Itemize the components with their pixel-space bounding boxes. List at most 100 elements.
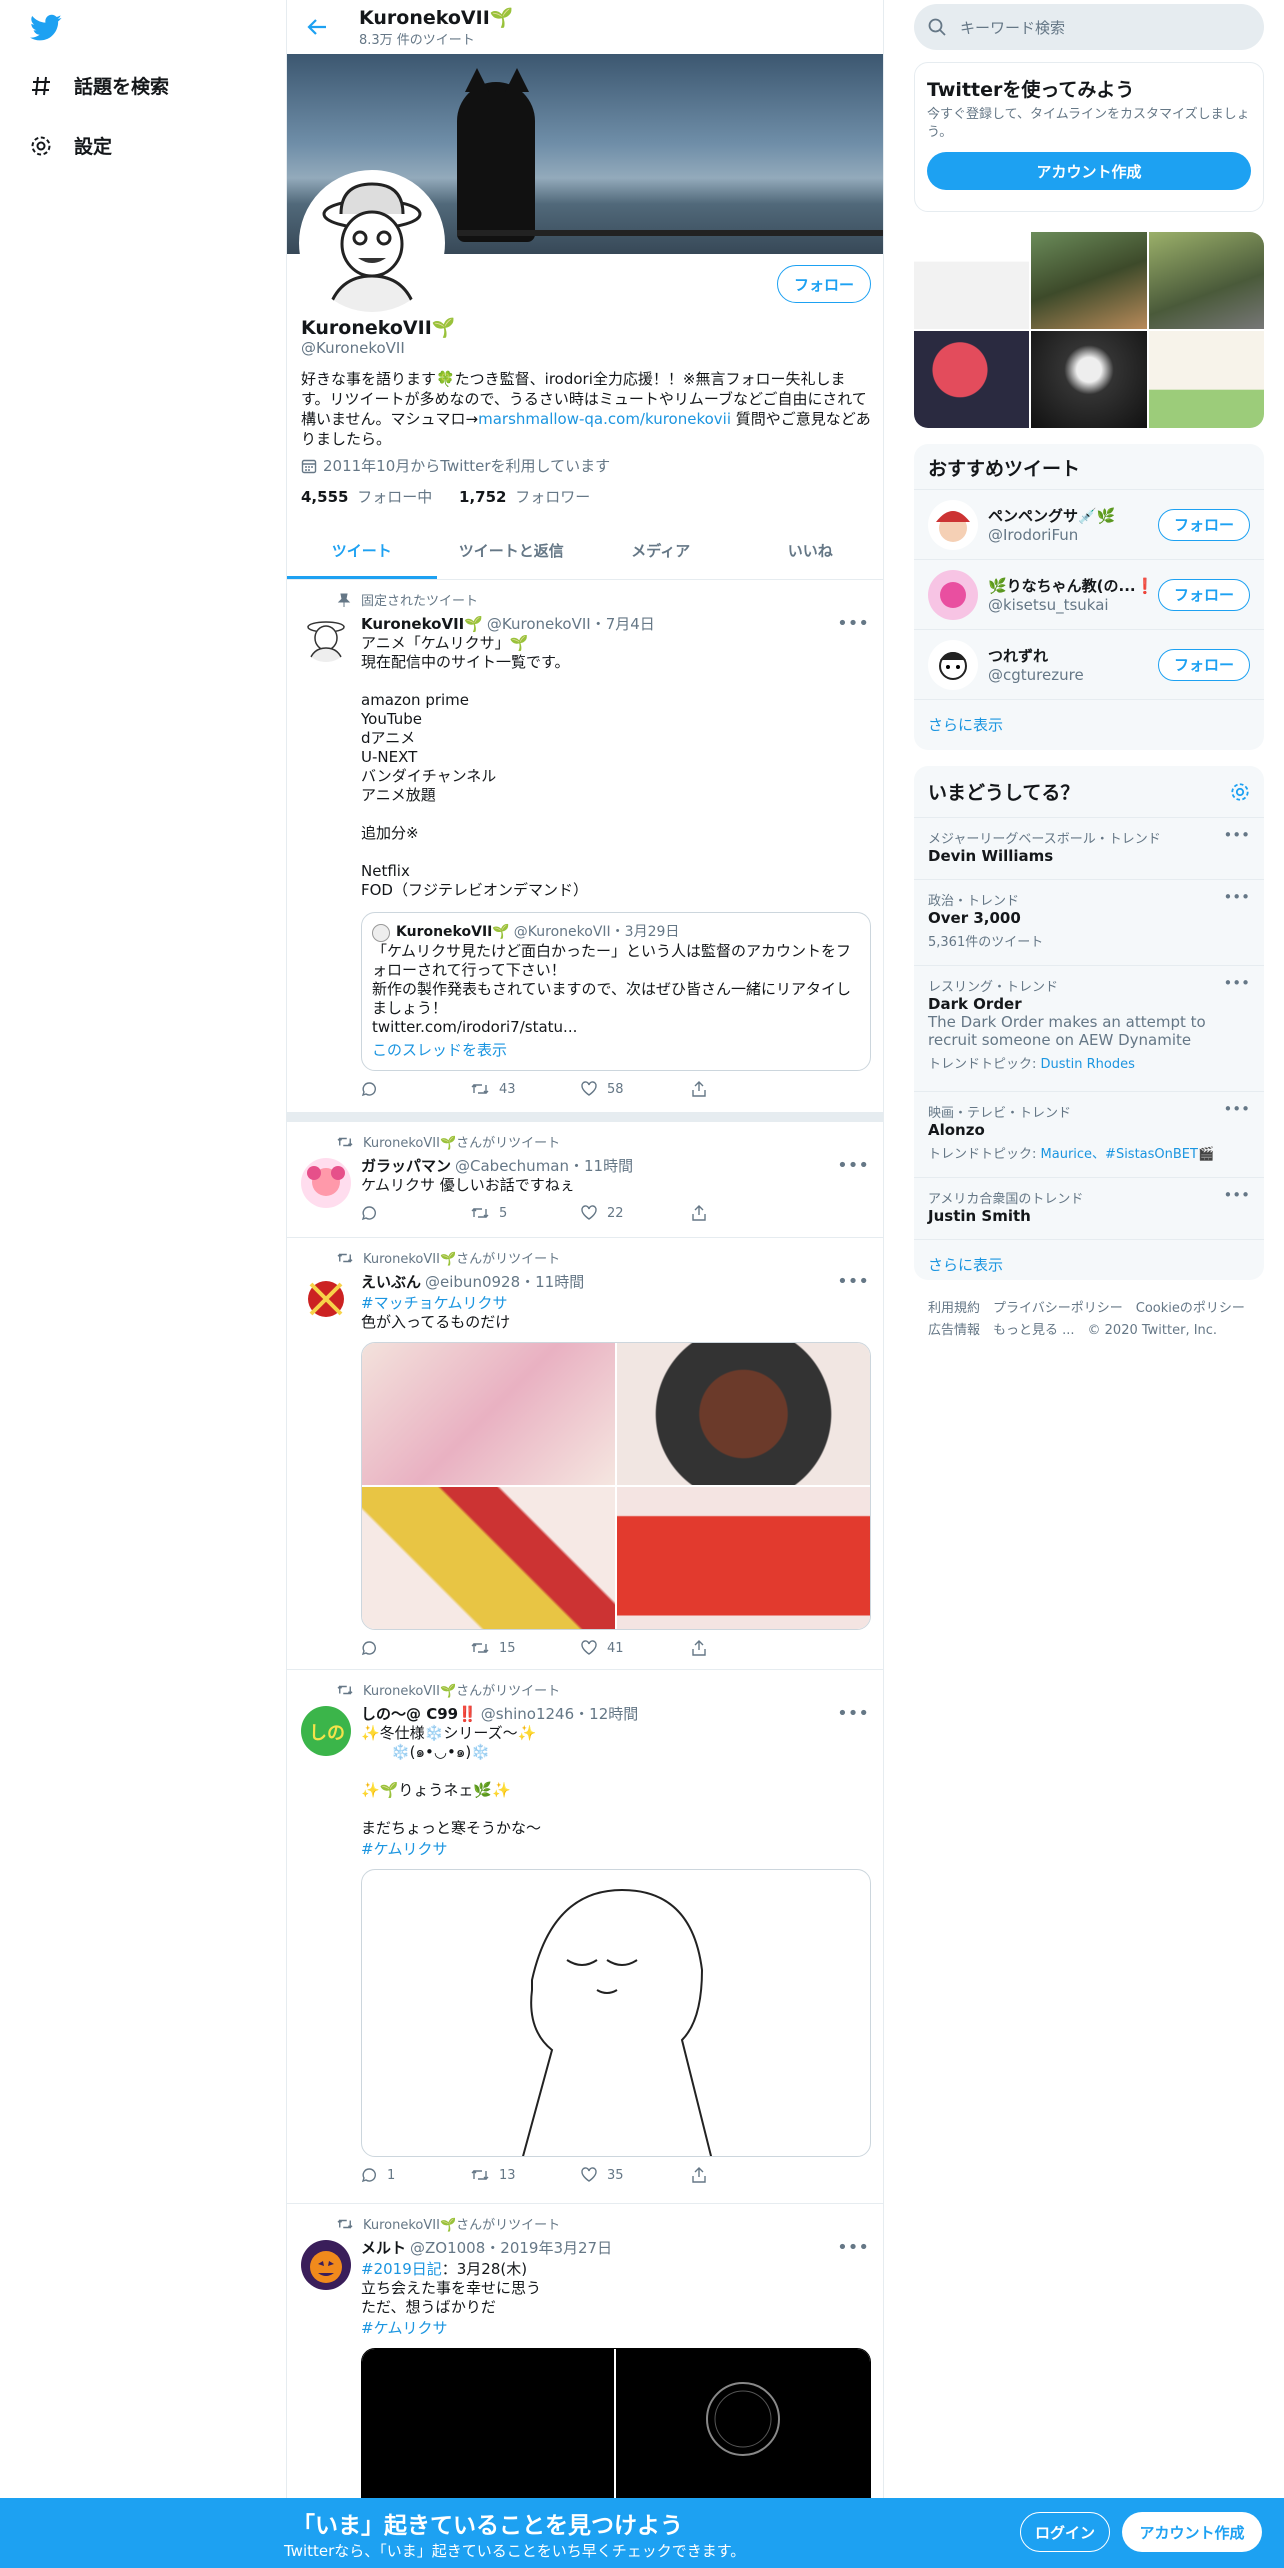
main-column: KuronekoVII🌱 8.3万 件のツイート フォロー KuronekoVI… [286, 0, 884, 2568]
tweet-date[interactable]: ・7月4日 [591, 613, 655, 634]
avatar[interactable] [301, 612, 351, 662]
profile-avatar[interactable] [299, 170, 445, 316]
recommended-user[interactable]: つれずれ @cgturezure フォロー [914, 629, 1264, 699]
tab-media[interactable]: メディア [586, 524, 736, 579]
media-thumb[interactable] [1148, 331, 1264, 428]
follow-button[interactable]: フォロー [1158, 578, 1250, 611]
reply-button[interactable] [361, 1640, 471, 1656]
tweet-image[interactable] [361, 1869, 871, 2157]
share-button[interactable] [691, 1640, 801, 1656]
media-thumb[interactable] [914, 331, 1030, 428]
recommended-user[interactable]: ペンペングサ💉🌿 @IrodoriFun フォロー [914, 489, 1264, 559]
more-icon[interactable]: ••• [837, 1155, 869, 1176]
reply-button[interactable] [361, 1205, 471, 1221]
hashtag-link[interactable]: #2019日記 [361, 2260, 442, 2278]
like-button[interactable]: 35 [581, 2167, 691, 2183]
tweet-image[interactable] [362, 1487, 615, 1629]
hashtag-link[interactable]: #ケムリクサ [361, 2317, 871, 2338]
follow-button[interactable]: フォロー [1158, 508, 1250, 541]
avatar[interactable]: しの [301, 1706, 351, 1756]
trend-item[interactable]: 映画・テレビ・トレンド Alonzo トレンドトピック: Maurice、#Sist… [914, 1091, 1264, 1177]
media-thumb[interactable] [1148, 232, 1264, 329]
reply-button[interactable] [361, 1081, 471, 1097]
follow-button[interactable]: フォロー [1158, 648, 1250, 681]
trend-topic-link[interactable]: Maurice、#SistasOnBET🎬 [1041, 1147, 1215, 1162]
tab-likes[interactable]: いいね [736, 524, 884, 579]
followers-link[interactable]: 1,752 フォロワー [459, 488, 594, 506]
arrow-left-icon[interactable] [305, 16, 329, 38]
recommended-user[interactable]: 🌿りなちゃん教(の...❗ @kisetsu_tsukai フォロー [914, 559, 1264, 629]
footer-line[interactable]: 広告情報 もっと見る ... © 2020 Twitter, Inc. [928, 1320, 1258, 1342]
more-icon[interactable]: ••• [1223, 888, 1250, 906]
avatar[interactable] [301, 2240, 351, 2290]
trend-topic-link[interactable]: Dustin Rhodes [1041, 1057, 1135, 1072]
trend-item[interactable]: メジャーリーグベースボール・トレンド Devin Williams ••• [914, 817, 1264, 879]
footer-line[interactable]: 利用規約 プライバシーポリシー Cookieのポリシー [928, 1298, 1258, 1320]
bio-link[interactable]: marshmallow-qa.com/kuronekovii [478, 410, 731, 428]
hashtag-link[interactable]: #マッチョケムリクサ [361, 1292, 871, 1313]
twitter-logo-icon[interactable] [30, 14, 62, 46]
trend-item[interactable]: レスリング・トレンド Dark Order The Dark Order makes… [914, 965, 1264, 1091]
pinned-tweet[interactable]: 固定されたツイート KuronekoVII🌱 @KuronekoVII ・7月4… [287, 580, 883, 1122]
tweet-author-name[interactable]: メルト [361, 2237, 406, 2258]
signup-button[interactable]: アカウント作成 [1122, 2512, 1262, 2552]
media-thumb[interactable] [1031, 232, 1147, 329]
recommended-show-more[interactable]: さらに表示 [914, 699, 1264, 749]
tweet[interactable]: KuronekoVII🌱さんがリツイート ガラッパマン @Cabechuman ・1… [287, 1122, 883, 1238]
avatar[interactable] [928, 639, 978, 690]
retweet-button[interactable]: 13 [471, 2167, 581, 2183]
search-input[interactable]: キーワード検索 [914, 4, 1264, 50]
more-icon[interactable]: ••• [837, 613, 869, 634]
tweet[interactable]: KuronekoVII🌱さんがリツイート しの しの～@ C99‼️ @shino… [287, 1670, 883, 2204]
media-thumb[interactable] [1031, 331, 1147, 428]
media-thumb[interactable] [914, 232, 1030, 329]
more-icon[interactable]: ••• [1223, 974, 1250, 992]
more-icon[interactable]: ••• [1223, 1186, 1250, 1204]
tweet-image[interactable] [617, 1487, 870, 1629]
trend-item[interactable]: 政治・トレンド Over 3,000 5,361件のツイート ••• [914, 879, 1264, 965]
reply-button[interactable]: 1 [361, 2167, 471, 2183]
gear-icon[interactable] [1230, 782, 1250, 802]
tab-tweets[interactable]: ツイート [287, 524, 437, 579]
more-icon[interactable]: ••• [837, 1703, 869, 1724]
nav-explore[interactable]: 話題を検索 [30, 72, 169, 99]
show-thread-link[interactable]: このスレッドを表示 [372, 1041, 860, 1060]
avatar[interactable] [928, 569, 978, 620]
more-icon[interactable]: ••• [837, 2237, 869, 2258]
tweet[interactable]: KuronekoVII🌱さんがリツイート えいぶん @eibun0928 ・11時間… [287, 1238, 883, 1670]
more-icon[interactable]: ••• [1223, 826, 1250, 844]
retweet-button[interactable]: 5 [471, 1205, 581, 1221]
avatar[interactable] [928, 499, 978, 550]
tweet-author-name[interactable]: しの～@ C99‼️ [361, 1703, 477, 1724]
quoted-tweet[interactable]: KuronekoVII🌱 @KuronekoVII ・3月29日 「ケムリクサ見… [361, 912, 871, 1071]
retweet-button[interactable]: 43 [471, 1081, 581, 1097]
nav-settings[interactable]: 設定 [30, 132, 112, 159]
tab-tweets-replies[interactable]: ツイートと返信 [437, 524, 587, 579]
tweet-image[interactable] [362, 1343, 615, 1485]
tweet-author-name[interactable]: えいぶん [361, 1271, 421, 1292]
more-icon[interactable]: ••• [1223, 1100, 1250, 1118]
share-button[interactable] [691, 1205, 801, 1221]
tweet-image[interactable] [617, 1343, 870, 1485]
like-button[interactable]: 41 [581, 1640, 691, 1656]
like-button[interactable]: 22 [581, 1205, 691, 1221]
tweet-author-name[interactable]: ガラッパマン [361, 1155, 451, 1176]
share-button[interactable] [691, 1081, 801, 1097]
retweet-button[interactable]: 15 [471, 1640, 581, 1656]
tweet[interactable]: KuronekoVII🌱さんがリツイート メルト @ZO1008 ・2019年3月2… [287, 2204, 883, 2548]
profile-follow-button[interactable]: フォロー [777, 265, 871, 303]
more-icon[interactable]: ••• [837, 1271, 869, 1292]
tweet-image-grid[interactable] [361, 1342, 871, 1630]
share-button[interactable] [691, 2167, 801, 2183]
following-link[interactable]: 4,555 フォロー中 [301, 488, 436, 506]
create-account-button[interactable]: アカウント作成 [927, 152, 1251, 190]
trend-item[interactable]: アメリカ合衆国のトレンド Justin Smith ••• [914, 1177, 1264, 1239]
like-button[interactable]: 58 [581, 1081, 691, 1097]
retweet-context: KuronekoVII🌱さんがリツイート [337, 1248, 871, 1267]
avatar[interactable] [301, 1274, 351, 1324]
trends-show-more[interactable]: さらに表示 [914, 1239, 1264, 1280]
avatar[interactable] [301, 1158, 351, 1208]
tweet-author-name[interactable]: KuronekoVII🌱 [361, 615, 483, 633]
login-button[interactable]: ログイン [1020, 2512, 1110, 2552]
hashtag-link[interactable]: #ケムリクサ [361, 1838, 871, 1859]
